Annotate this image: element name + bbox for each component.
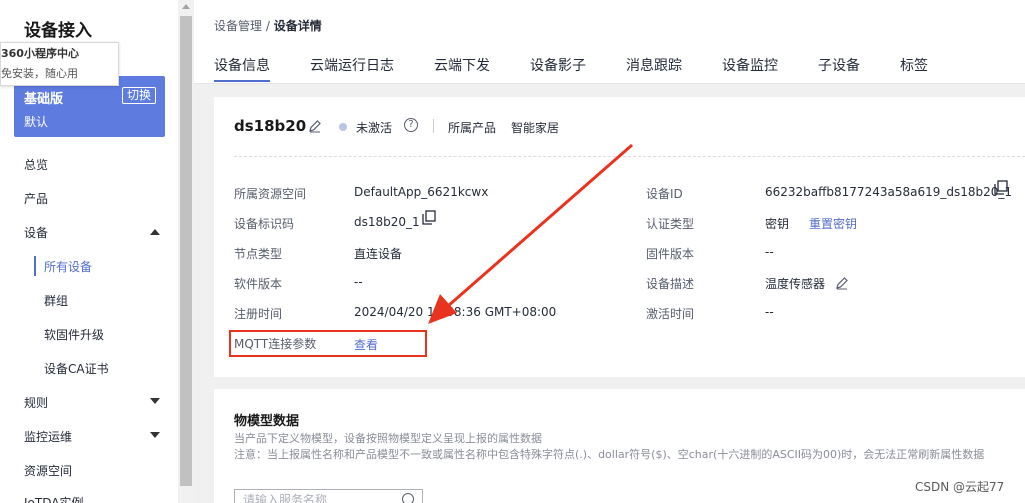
miniapp-popup[interactable]: 360小程序中心 免安装，随心用 xyxy=(0,42,119,86)
active-indicator xyxy=(34,256,36,276)
popup-title: 360小程序中心 xyxy=(1,47,79,60)
page-header: 设备管理 / 设备详情 设备信息 云端运行日志 云端下发 设备影子 消息跟踪 设… xyxy=(194,0,1025,83)
resource-space-value: DefaultApp_6621kcwx xyxy=(354,185,489,199)
node-type-label: 节点类型 xyxy=(234,247,283,261)
search-icon[interactable] xyxy=(402,493,414,503)
firmware-version-label: 固件版本 xyxy=(646,247,695,261)
model-data-title: 物模型数据 xyxy=(234,414,300,429)
service-search[interactable] xyxy=(234,489,423,503)
product-value: 智能家居 xyxy=(511,121,560,135)
auth-type-value: 密钥 xyxy=(765,217,790,231)
sidebar-scrollbar-thumb[interactable] xyxy=(180,16,192,486)
device-desc-label: 设备描述 xyxy=(646,277,695,291)
sidebar-item-product[interactable]: 产品 xyxy=(24,190,48,207)
edit-icon[interactable] xyxy=(835,276,849,290)
auth-type-label: 认证类型 xyxy=(646,217,695,231)
product-label: 所属产品 xyxy=(448,121,497,135)
sidebar-item-all-devices[interactable]: 所有设备 xyxy=(44,258,92,275)
edition-name: 基础版 xyxy=(24,92,64,107)
highlight-box xyxy=(229,330,427,357)
sidebar-item-firmware[interactable]: 软固件升级 xyxy=(44,326,104,343)
model-data-desc: 当产品下定义物模型，设备按照物模型定义呈现上报的属性数据 xyxy=(234,432,542,445)
service-search-input[interactable] xyxy=(243,490,403,503)
activate-time-label: 激活时间 xyxy=(646,307,695,321)
sidebar-item-overview[interactable]: 总览 xyxy=(24,156,48,173)
chevron-down-icon[interactable] xyxy=(150,432,160,438)
sidebar: 设备接入 360小程序中心 免安装，随心用 基础版 切换 默认 总览 产品 设备… xyxy=(0,0,178,503)
firmware-version-value: -- xyxy=(765,245,774,259)
tab-active-underline xyxy=(214,80,270,82)
breadcrumb: 设备管理 / 设备详情 xyxy=(214,17,322,34)
register-time-label: 注册时间 xyxy=(234,307,283,321)
software-version-value: -- xyxy=(354,275,363,289)
node-type-value: 直连设备 xyxy=(354,247,403,261)
popup-subtitle: 免安装，随心用 xyxy=(1,67,78,80)
chevron-up-icon[interactable] xyxy=(150,229,160,235)
resource-space-label: 所属资源空间 xyxy=(234,187,307,201)
sidebar-item-ca-cert[interactable]: 设备CA证书 xyxy=(44,360,109,377)
tab-device-shadow[interactable]: 设备影子 xyxy=(530,55,586,75)
tab-device-info[interactable]: 设备信息 xyxy=(214,55,270,75)
header-divider xyxy=(194,83,1025,84)
sidebar-item-iotda-instance[interactable]: IoTDA实例 xyxy=(24,494,83,503)
model-data-card: 物模型数据 当产品下定义物模型，设备按照物模型定义呈现上报的属性数据 注意：当上… xyxy=(214,389,1025,503)
edition-default: 默认 xyxy=(24,115,49,129)
status-badge: 未激活 xyxy=(356,121,393,135)
copy-icon[interactable] xyxy=(994,180,1008,195)
copy-icon[interactable] xyxy=(422,210,436,225)
sidebar-item-device[interactable]: 设备 xyxy=(24,224,48,241)
tab-device-monitor[interactable]: 设备监控 xyxy=(722,55,778,75)
sidebar-item-rules[interactable]: 规则 xyxy=(24,394,48,411)
device-desc-value: 温度传感器 xyxy=(765,277,826,291)
breadcrumb-current: 设备详情 xyxy=(273,19,322,33)
identifier-label: 设备标识码 xyxy=(234,217,295,231)
software-version-label: 软件版本 xyxy=(234,277,283,291)
activate-time-value: -- xyxy=(765,305,774,319)
reset-key-link[interactable]: 重置密钥 xyxy=(809,215,857,232)
edition-switch-button[interactable]: 切换 xyxy=(121,87,156,104)
sidebar-item-resource-space[interactable]: 资源空间 xyxy=(24,462,72,479)
watermark: CSDN @云起77 xyxy=(915,480,1005,494)
identifier-value: ds18b20_1 xyxy=(354,215,420,229)
breadcrumb-separator: / xyxy=(262,19,274,33)
device-name: ds18b20 xyxy=(234,117,307,135)
help-icon[interactable]: ? xyxy=(404,118,418,132)
scroll-up-icon[interactable] xyxy=(182,4,190,9)
register-time-value: 2024/04/20 10:58:36 GMT+08:00 xyxy=(354,305,557,319)
tab-sub-device[interactable]: 子设备 xyxy=(818,55,860,75)
dashed-divider xyxy=(234,156,1025,157)
divider xyxy=(433,119,434,133)
tab-message-trace[interactable]: 消息跟踪 xyxy=(626,55,682,75)
sidebar-item-monitoring[interactable]: 监控运维 xyxy=(24,428,72,445)
tab-tags[interactable]: 标签 xyxy=(900,55,928,75)
tab-cloud-command[interactable]: 云端下发 xyxy=(434,55,490,75)
edit-icon[interactable] xyxy=(308,119,322,133)
sidebar-title: 设备接入 xyxy=(24,21,92,41)
status-dot xyxy=(339,123,347,131)
model-data-note: 注意：当上报属性名称和产品模型不一致或属性名称中包含特殊字符点(.)、dolla… xyxy=(234,448,985,461)
tab-cloud-log[interactable]: 云端运行日志 xyxy=(310,55,394,75)
device-id-value: 66232baffb8177243a58a619_ds18b20_1 xyxy=(765,185,1013,199)
sidebar-item-groups[interactable]: 群组 xyxy=(44,292,68,309)
breadcrumb-root[interactable]: 设备管理 xyxy=(214,19,262,33)
device-id-label: 设备ID xyxy=(646,187,683,201)
chevron-down-icon[interactable] xyxy=(150,398,160,404)
